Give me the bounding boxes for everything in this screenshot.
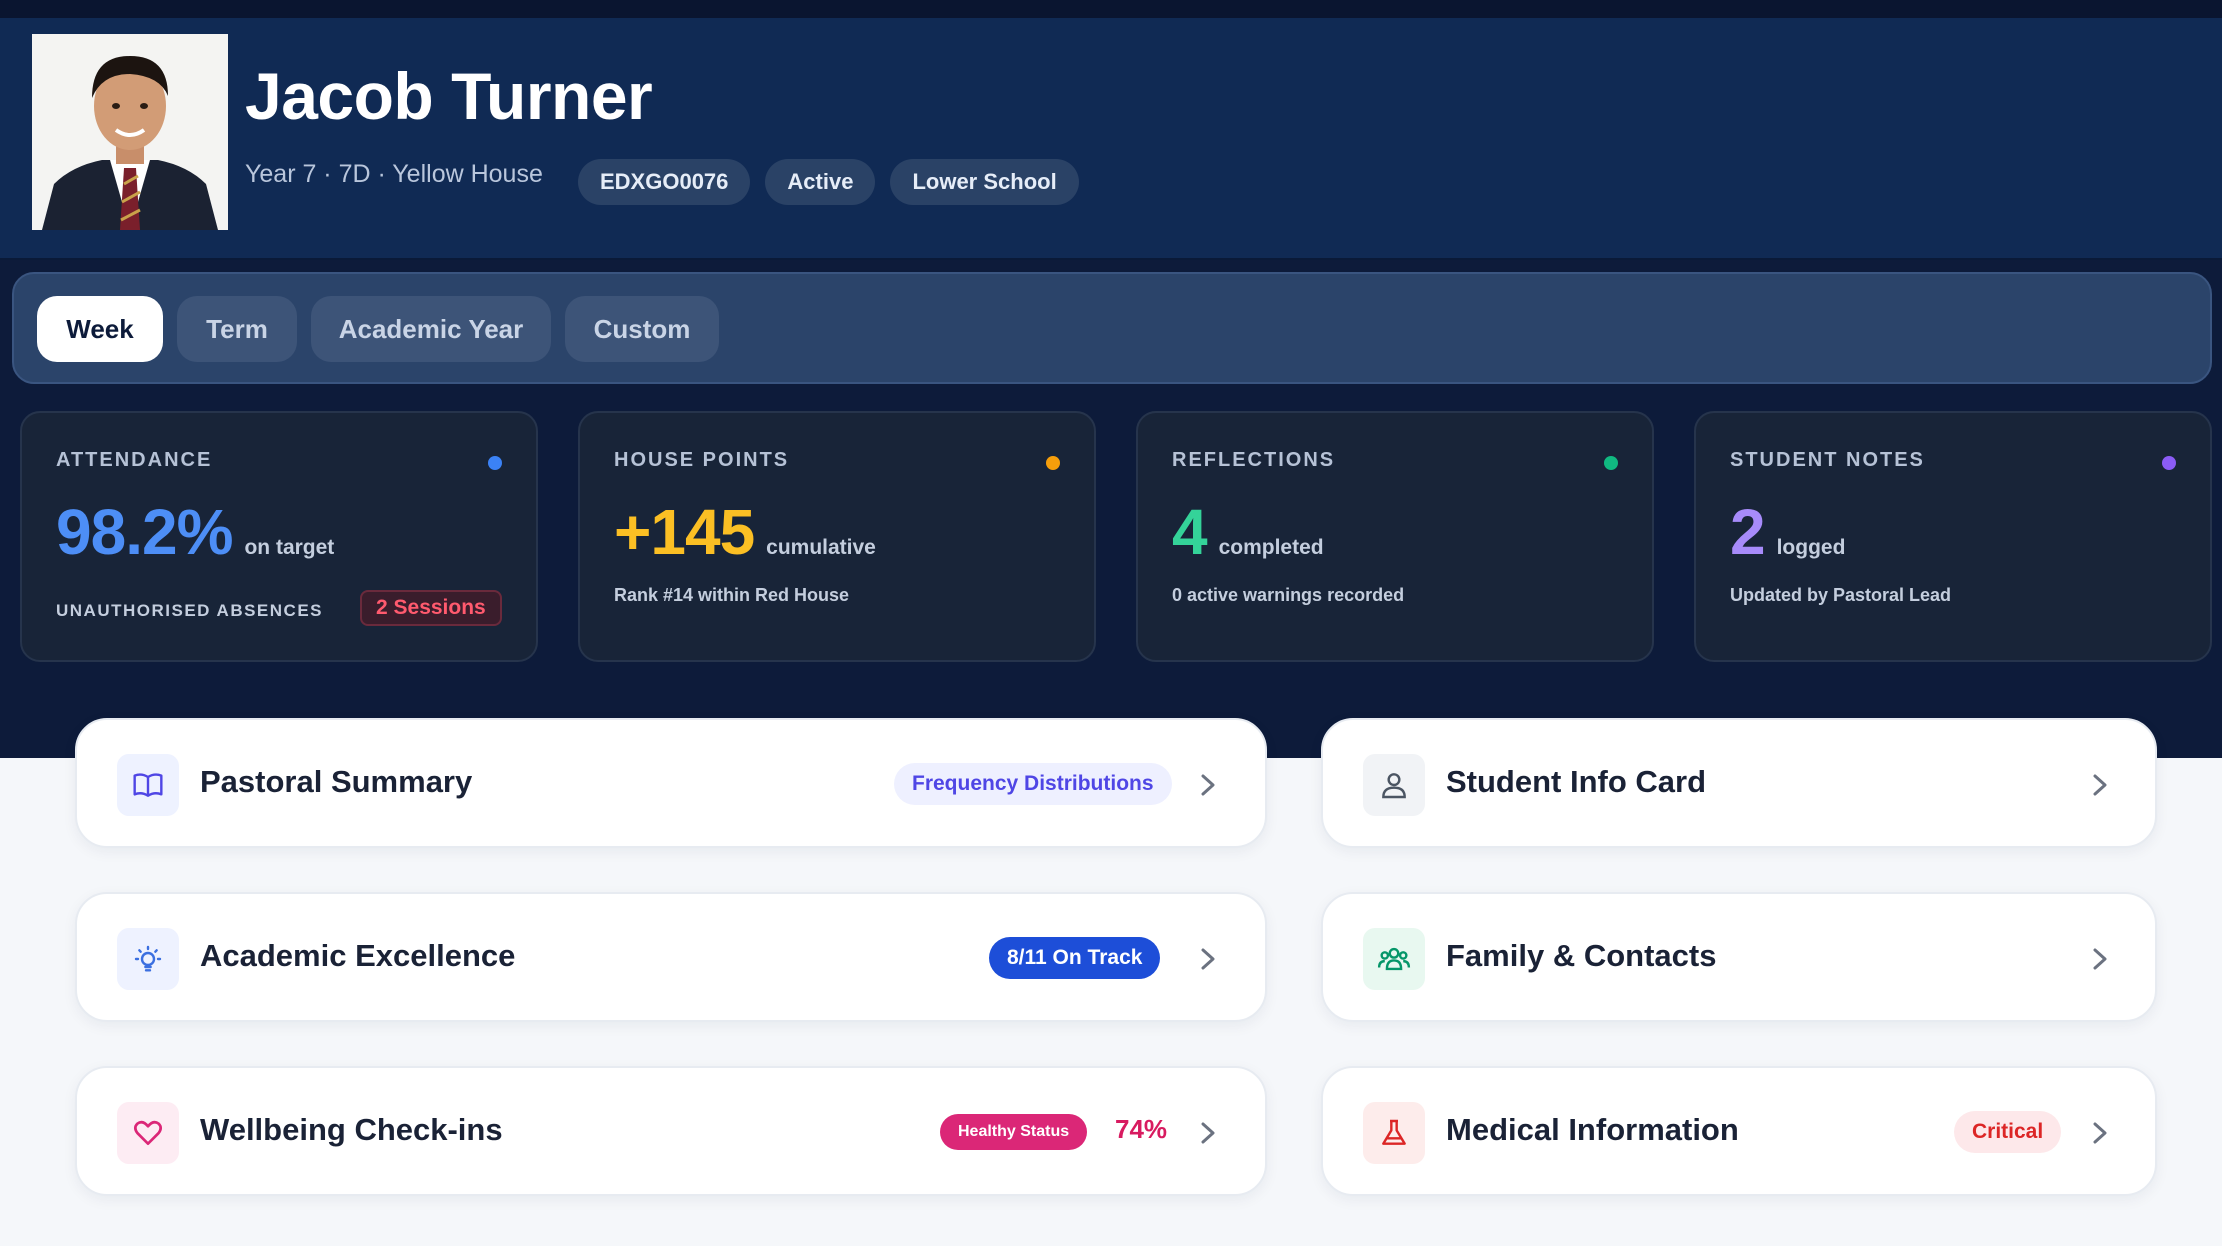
wellbeing-percent: 74% <box>1115 1114 1168 1144</box>
student-header: Jacob Turner Year 7 · 7D · Yellow House … <box>0 18 2222 260</box>
medical-information-title: Medical Information <box>1446 1112 1739 1147</box>
user-icon <box>1363 754 1425 816</box>
medical-information-card[interactable]: Medical Information Critical <box>1321 1066 2157 1196</box>
attendance-label: ATTENDANCE <box>56 449 213 471</box>
pastoral-summary-card[interactable]: Pastoral Summary Frequency Distributions <box>75 718 1267 848</box>
house-rank-text: Rank #14 within Red House <box>614 585 850 605</box>
wellbeing-checkins-title: Wellbeing Check-ins <box>200 1112 503 1147</box>
house-points-suffix: cumulative <box>766 536 876 559</box>
student-chips: EDXGO0076 Active Lower School <box>578 159 1079 205</box>
notes-updated-text: Updated by Pastoral Lead <box>1730 585 1952 605</box>
house-points-value: +145 <box>614 496 755 568</box>
student-id-chip: EDXGO0076 <box>578 159 751 205</box>
attendance-dot <box>488 456 502 470</box>
reflections-label: REFLECTIONS <box>1172 449 1336 471</box>
house-points-card[interactable]: HOUSE POINTS +145 cumulative Rank #14 wit… <box>578 411 1096 662</box>
academic-excellence-card[interactable]: Academic Excellence 8/11 On Track <box>75 892 1267 1022</box>
academic-excellence-title: Academic Excellence <box>200 938 516 973</box>
lightbulb-icon <box>117 928 179 990</box>
pastoral-summary-title: Pastoral Summary <box>200 764 473 799</box>
sessions-badge: 2 Sessions <box>360 590 502 626</box>
chevron-right-icon[interactable] <box>2085 768 2115 802</box>
student-notes-value-row: 2 logged <box>1730 495 1845 569</box>
attendance-value-row: 98.2% on target <box>56 495 334 569</box>
family-contacts-card[interactable]: Family & Contacts <box>1321 892 2157 1022</box>
student-notes-suffix: logged <box>1776 536 1846 559</box>
attendance-card[interactable]: ATTENDANCE 98.2% on target UNAUTHORISED A… <box>20 411 538 662</box>
chevron-right-icon[interactable] <box>2085 942 2115 976</box>
tab-custom[interactable]: Custom <box>565 296 719 362</box>
unauthorised-absences-label: UNAUTHORISED ABSENCES <box>56 601 324 620</box>
chevron-right-icon[interactable] <box>1193 1116 1223 1150</box>
reflections-value: 4 <box>1172 496 1208 568</box>
wellbeing-checkins-card[interactable]: Wellbeing Check-ins Healthy Status 74% <box>75 1066 1267 1196</box>
student-avatar <box>32 34 228 230</box>
status-chip: Active <box>765 159 876 205</box>
house-points-value-row: +145 cumulative <box>614 495 876 569</box>
healthy-status-badge: Healthy Status <box>940 1114 1088 1150</box>
flask-icon <box>1363 1102 1425 1164</box>
tab-term[interactable]: Term <box>177 296 297 362</box>
reflections-dot <box>1604 456 1618 470</box>
reflections-value-row: 4 completed <box>1172 495 1324 569</box>
family-contacts-title: Family & Contacts <box>1446 938 1717 973</box>
student-subline: Year 7 · 7D · Yellow House <box>245 160 543 188</box>
student-notes-value: 2 <box>1730 496 1766 568</box>
student-notes-card[interactable]: STUDENT NOTES 2 logged Updated by Pastora… <box>1694 411 2212 662</box>
reflections-suffix: completed <box>1218 536 1324 559</box>
chevron-right-icon[interactable] <box>1193 768 1223 802</box>
student-name: Jacob Turner <box>245 59 653 133</box>
school-section-chip: Lower School <box>890 159 1079 205</box>
critical-badge: Critical <box>1954 1111 2062 1153</box>
chevron-right-icon[interactable] <box>2085 1116 2115 1150</box>
reflections-card[interactable]: REFLECTIONS 4 completed 0 active warnings… <box>1136 411 1654 662</box>
house-points-label: HOUSE POINTS <box>614 449 790 471</box>
student-info-card[interactable]: Student Info Card <box>1321 718 2157 848</box>
student-info-title: Student Info Card <box>1446 764 1707 799</box>
chevron-right-icon[interactable] <box>1193 942 1223 976</box>
attendance-value: 98.2% <box>56 496 233 568</box>
student-notes-label: STUDENT NOTES <box>1730 449 1925 471</box>
top-strip <box>0 0 2222 18</box>
users-icon <box>1363 928 1425 990</box>
heart-icon <box>117 1102 179 1164</box>
tab-week[interactable]: Week <box>37 296 163 362</box>
warnings-text: 0 active warnings recorded <box>1172 585 1405 605</box>
period-tab-bar: Week Term Academic Year Custom <box>12 272 2212 384</box>
book-icon <box>117 754 179 816</box>
on-track-badge: 8/11 On Track <box>989 937 1161 979</box>
tab-academic-year[interactable]: Academic Year <box>311 296 551 362</box>
student-notes-dot <box>2162 456 2176 470</box>
attendance-suffix: on target <box>244 536 335 559</box>
house-points-dot <box>1046 456 1060 470</box>
frequency-distributions-badge: Frequency Distributions <box>894 763 1172 805</box>
